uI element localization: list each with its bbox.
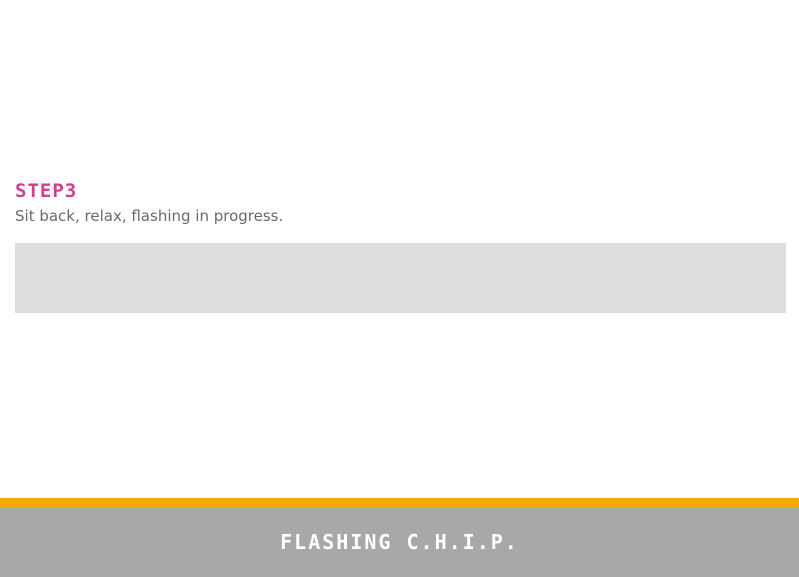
- footer-accent-stripe: [0, 498, 799, 508]
- footer: FLASHING C.H.I.P.: [0, 498, 799, 577]
- footer-title: FLASHING C.H.I.P.: [280, 529, 519, 554]
- step-title: STEP3: [15, 180, 78, 202]
- flash-progress-bar: [15, 243, 786, 313]
- step-section: STEP3 Sit back, relax, flashing in progr…: [15, 178, 786, 227]
- step-description: Sit back, relax, flashing in progress.: [15, 207, 284, 225]
- footer-bar: FLASHING C.H.I.P.: [0, 508, 799, 577]
